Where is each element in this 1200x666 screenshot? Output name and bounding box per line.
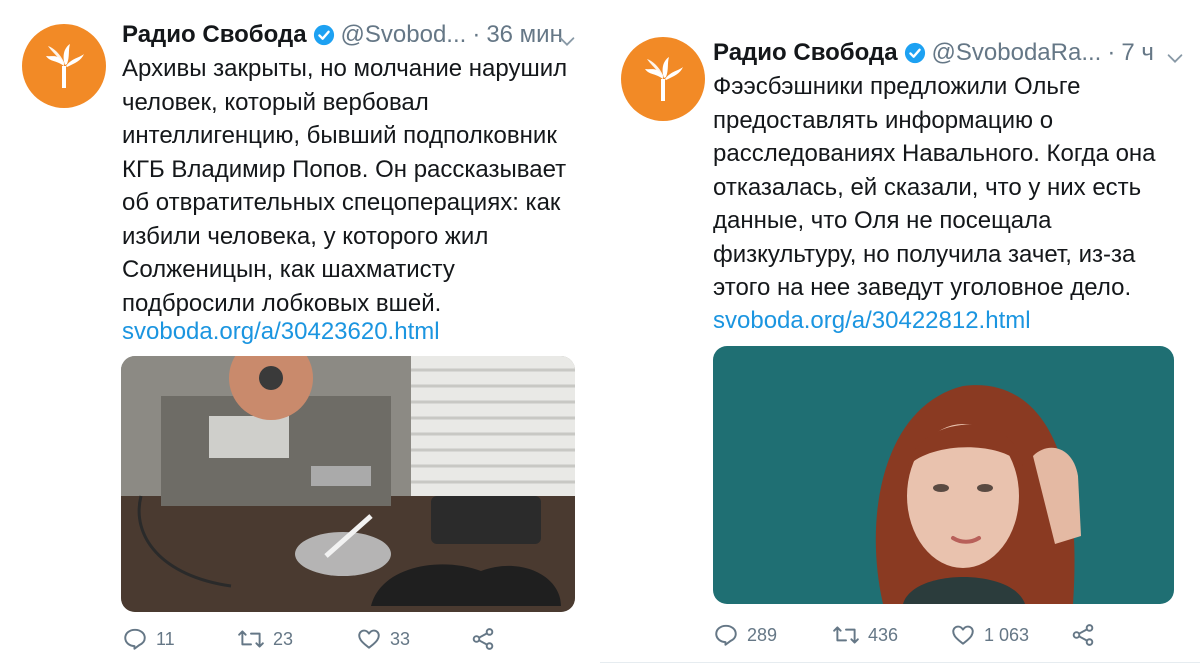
verified-badge-icon — [904, 42, 925, 64]
author-name[interactable]: Радио Свобода — [713, 39, 898, 67]
header-separator: · — [472, 21, 481, 48]
share-icon — [472, 628, 494, 650]
radio-svoboda-logo — [46, 44, 84, 88]
like-count: 1 063 — [984, 624, 1030, 645]
tweet-link[interactable]: svoboda.org/a/30423620.html — [122, 318, 440, 346]
reply-button[interactable]: 11 — [122, 626, 175, 652]
reply-button[interactable]: 289 — [713, 622, 777, 648]
tweet-left[interactable]: Радио Свобода @Svobod... · 36 мин Архивы… — [0, 0, 590, 666]
timestamp[interactable]: 7 ч — [1121, 39, 1154, 67]
tweet-header: Радио Свобода @SvobodaRa... · 7 ч — [713, 39, 1154, 67]
tape-recorder-photo — [121, 356, 575, 612]
like-icon — [952, 625, 974, 645]
reply-icon — [124, 628, 146, 650]
share-button[interactable] — [470, 626, 504, 652]
tweet-image[interactable] — [121, 356, 575, 612]
tweet-text: Архивы закрыты, но молчание нарушил чело… — [122, 55, 568, 317]
retweet-count: 23 — [273, 628, 294, 649]
tweet-divider — [592, 0, 598, 666]
header-separator: · — [1107, 39, 1116, 66]
author-handle[interactable]: @SvobodaRa... — [932, 39, 1102, 67]
tweet-header: Радио Свобода @Svobod... · 36 мин — [122, 21, 563, 49]
like-button[interactable]: 1 063 — [950, 622, 1029, 648]
tweet-link[interactable]: svoboda.org/a/30422812.html — [713, 307, 1031, 335]
author-handle[interactable]: @Svobod... — [341, 21, 467, 49]
retweet-count: 436 — [868, 624, 899, 645]
avatar[interactable] — [22, 24, 106, 108]
tweet-bottom-border — [600, 662, 1200, 663]
tweet-right[interactable]: Радио Свобода @SvobodaRa... · 7 ч Фээсбэ… — [600, 0, 1200, 666]
reply-icon — [715, 624, 737, 646]
timestamp[interactable]: 36 мин — [486, 21, 563, 49]
reply-count: 11 — [156, 628, 175, 649]
retweet-icon — [238, 630, 264, 648]
like-button[interactable]: 33 — [356, 626, 410, 652]
share-icon — [1072, 624, 1094, 646]
portrait-photo — [713, 346, 1174, 604]
retweet-button[interactable]: 436 — [832, 622, 898, 648]
retweet-button[interactable]: 23 — [237, 626, 293, 652]
share-button[interactable] — [1070, 622, 1104, 648]
avatar[interactable] — [621, 37, 705, 121]
tweet-image[interactable] — [713, 346, 1174, 604]
reply-count: 289 — [747, 624, 778, 645]
caret-down-icon[interactable] — [1164, 47, 1186, 69]
like-icon — [358, 629, 380, 649]
like-count: 33 — [390, 628, 411, 649]
radio-svoboda-logo — [645, 57, 683, 101]
tweet-text: Фээсбэшники предложили Ольге предоставля… — [713, 73, 1156, 301]
caret-down-icon[interactable] — [556, 30, 578, 52]
retweet-icon — [833, 626, 859, 644]
author-name[interactable]: Радио Свобода — [122, 21, 307, 49]
verified-badge-icon — [313, 24, 334, 46]
